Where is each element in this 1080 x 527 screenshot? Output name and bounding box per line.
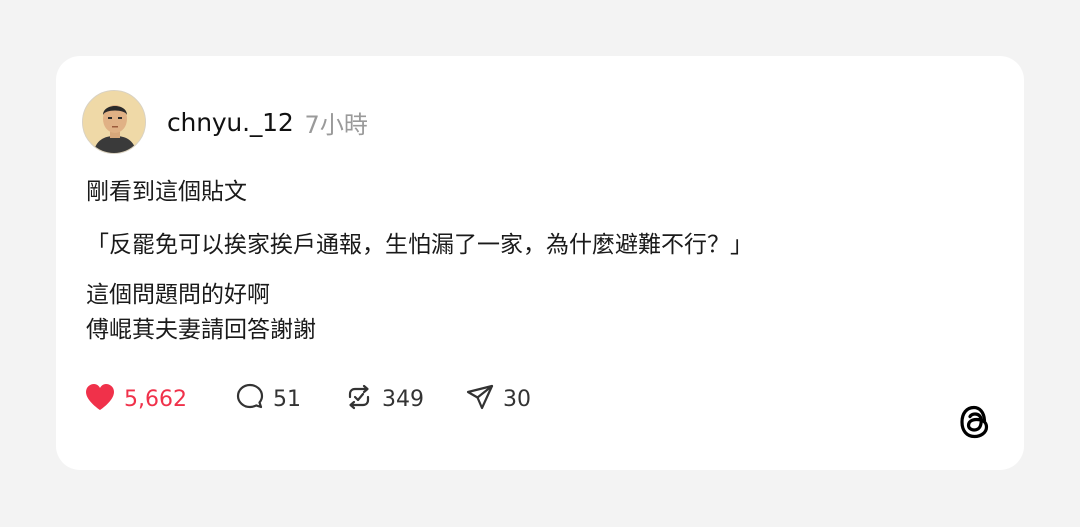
post-line: 這個問題問的好啊 bbox=[86, 282, 270, 308]
username[interactable]: chnyu._12 bbox=[167, 108, 294, 137]
repost-count: 349 bbox=[381, 386, 424, 412]
post-body: 剛看到這個貼文 「反罷免可以挨家挨戶通報，生怕漏了一家，為什麼避難不行？」 這個… bbox=[86, 175, 986, 348]
reply-count: 51 bbox=[272, 386, 301, 412]
repost-button[interactable]: 349 bbox=[344, 382, 424, 416]
reply-button[interactable]: 51 bbox=[235, 382, 301, 416]
like-count: 5,662 bbox=[124, 386, 187, 412]
post-time: 7小時 bbox=[304, 110, 368, 139]
comment-icon bbox=[235, 382, 265, 416]
threads-logo-icon[interactable] bbox=[956, 402, 994, 442]
post-card: chnyu._12 7小時 剛看到這個貼文 「反罷免可以挨家挨戶通報，生怕漏了一… bbox=[56, 56, 1024, 470]
post-line: 傅崐萁夫妻請回答謝謝 bbox=[86, 317, 316, 343]
repost-icon bbox=[344, 382, 374, 416]
avatar[interactable] bbox=[82, 90, 146, 154]
share-button[interactable]: 30 bbox=[465, 382, 531, 416]
action-bar: 5,662 51 349 30 bbox=[84, 383, 531, 415]
post-paragraph: 這個問題問的好啊 傅崐萁夫妻請回答謝謝 bbox=[86, 278, 986, 348]
share-count: 30 bbox=[502, 386, 531, 412]
share-icon bbox=[465, 382, 495, 416]
post-paragraph: 「反罷免可以挨家挨戶通報，生怕漏了一家，為什麼避難不行？」 bbox=[86, 232, 753, 258]
like-button[interactable]: 5,662 bbox=[84, 382, 187, 416]
heart-icon bbox=[84, 382, 116, 416]
post-header: chnyu._12 7小時 bbox=[82, 89, 368, 155]
post-paragraph: 剛看到這個貼文 bbox=[86, 179, 247, 205]
